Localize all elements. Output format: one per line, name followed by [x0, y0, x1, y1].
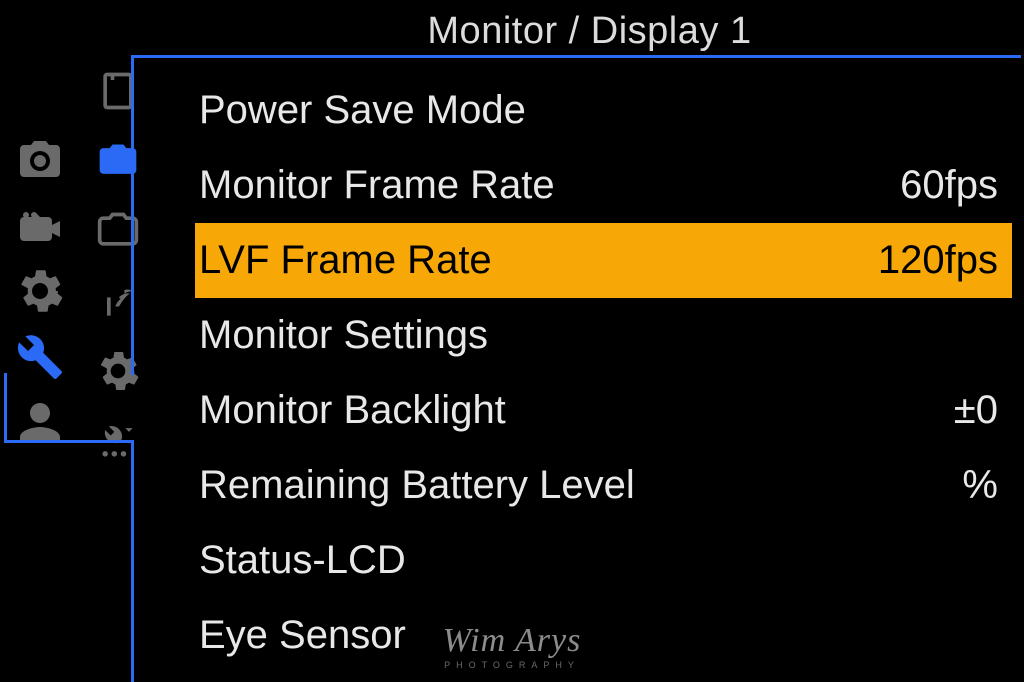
- menu-label: Remaining Battery Level: [195, 463, 635, 508]
- menu-value: %: [962, 463, 1006, 508]
- menu-label: Status-LCD: [195, 538, 406, 583]
- menu-item-power-save[interactable]: Power Save Mode: [195, 73, 1012, 148]
- nav-wrench-icon[interactable]: [11, 328, 69, 386]
- menu-item-status-lcd[interactable]: Status-LCD: [195, 523, 1012, 598]
- menu-label: Power Save Mode: [195, 88, 526, 133]
- menu-label: Monitor Settings: [195, 313, 488, 358]
- sub-monitor-icon[interactable]: [90, 130, 146, 192]
- nav-gear-icon[interactable]: [11, 262, 69, 320]
- menu-item-monitor-frame-rate[interactable]: Monitor Frame Rate 60fps: [195, 148, 1012, 223]
- menu-label: Monitor Backlight: [195, 388, 506, 433]
- sub-card-icon[interactable]: [90, 60, 146, 122]
- menu-item-lvf-frame-rate[interactable]: LVF Frame Rate 120fps: [195, 223, 1012, 298]
- nav-video-icon[interactable]: [11, 196, 69, 254]
- content-area: Monitor / Display 1 Power Save Mode Moni…: [155, 0, 1024, 682]
- menu-item-monitor-settings[interactable]: Monitor Settings: [195, 298, 1012, 373]
- menu-value: 120fps: [878, 238, 1006, 283]
- sub-nav-column: [80, 0, 155, 682]
- nav-person-icon[interactable]: [11, 394, 69, 452]
- page-title: Monitor / Display 1: [155, 10, 1024, 53]
- menu-label: Eye Sensor: [195, 613, 406, 658]
- main-nav-column: [0, 0, 80, 682]
- nav-camera-icon[interactable]: [11, 130, 69, 188]
- menu-value: 60fps: [900, 163, 1006, 208]
- sub-gear2-icon[interactable]: [90, 340, 146, 402]
- sub-wifi-icon[interactable]: [90, 270, 146, 332]
- menu-item-eye-sensor[interactable]: Eye Sensor: [195, 598, 1012, 673]
- menu-label: Monitor Frame Rate: [195, 163, 555, 208]
- menu-item-monitor-backlight[interactable]: Monitor Backlight ±0: [195, 373, 1012, 448]
- menu-label: LVF Frame Rate: [195, 238, 492, 283]
- sub-monitor2-icon[interactable]: [90, 200, 146, 262]
- menu-item-battery-level[interactable]: Remaining Battery Level %: [195, 448, 1012, 523]
- sub-wrench-dots-icon[interactable]: [90, 410, 146, 472]
- menu-list: Power Save Mode Monitor Frame Rate 60fps…: [155, 73, 1024, 682]
- menu-value: ±0: [954, 388, 1006, 433]
